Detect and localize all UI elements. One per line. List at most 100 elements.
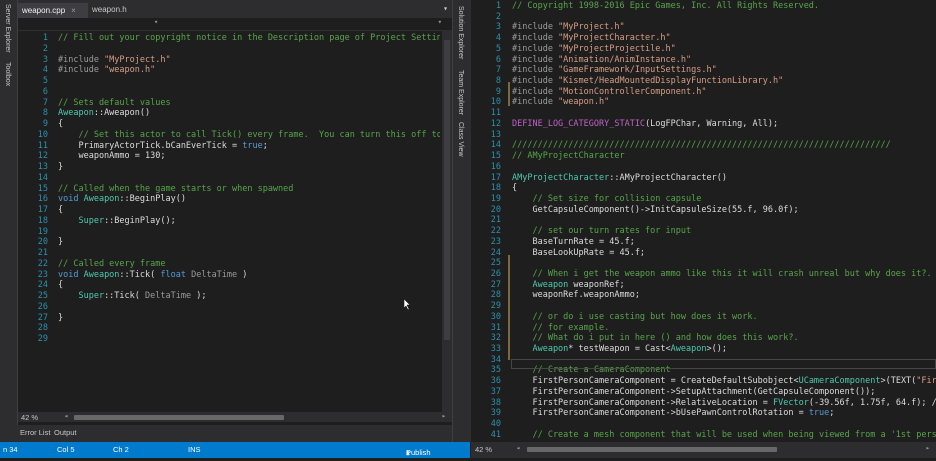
code-line[interactable]: 32 // What do i put in here () and how d… <box>471 333 936 344</box>
code-line[interactable]: 11 PrimaryActorTick.bCanEverTick = true; <box>18 141 440 152</box>
code-line[interactable]: 30 // or do i use casting but how does i… <box>471 312 936 323</box>
code-line[interactable]: 27} <box>18 313 440 324</box>
tab-output[interactable]: Output <box>54 428 77 437</box>
code-text: Aweapon* testWeapon = Cast<Aweapon>(); <box>512 344 727 355</box>
tab-weapon-cpp[interactable]: weapon.cpp × <box>18 3 88 18</box>
scrollbar-thumb[interactable] <box>74 415 284 420</box>
code-line[interactable]: 1 // Copyright 1998-2016 Epic Games, Inc.… <box>471 1 936 12</box>
code-line[interactable]: 27 Aweapon weaponRef; <box>471 280 936 291</box>
code-line[interactable]: 3 #include "MyProject.h" <box>18 55 440 66</box>
code-line[interactable]: 9 #include "MotionControllerComponent.h" <box>471 87 936 98</box>
code-line[interactable]: 24 { <box>18 280 440 291</box>
scrollbar-thumb[interactable] <box>527 447 777 452</box>
code-line[interactable]: 14 //////////////////////////////////////… <box>471 140 936 151</box>
line-number: 16 <box>490 161 501 172</box>
scroll-left-icon[interactable]: ◂ <box>516 444 520 452</box>
code-line[interactable]: 23 BaseTurnRate = 45.f; <box>471 237 936 248</box>
code-line[interactable]: 25 <box>471 258 936 269</box>
code-line[interactable]: 7 // Sets default values <box>18 98 440 109</box>
code-line[interactable]: 19 // Set size for collision capsule <box>471 194 936 205</box>
code-line[interactable]: 21 <box>18 248 440 259</box>
code-line[interactable]: 31 // for example. <box>471 323 936 334</box>
code-line[interactable]: 2 <box>18 44 440 55</box>
code-line[interactable]: 22 // set our turn rates for input <box>471 226 936 237</box>
code-line[interactable]: 29 <box>471 301 936 312</box>
code-line[interactable]: 8 Aweapon::Aweapon() <box>18 108 440 119</box>
code-line[interactable]: 39 FirstPersonCameraComponent->bUsePawnC… <box>471 408 936 419</box>
code-editor-right[interactable]: 1 // Copyright 1998-2016 Epic Games, Inc.… <box>471 1 936 442</box>
code-line[interactable]: 29 <box>18 334 440 345</box>
code-line[interactable]: 18 { <box>471 183 936 194</box>
horizontal-scrollbar[interactable]: 42 % ◂ ▸ <box>18 412 452 422</box>
code-line[interactable]: 10 #include "weapon.h" <box>471 97 936 108</box>
code-line[interactable]: 20 GetCapsuleComponent()->InitCapsuleSiz… <box>471 205 936 216</box>
code-line[interactable]: 24 BaseLookUpRate = 45.f; <box>471 248 936 259</box>
code-line[interactable]: 1 // Fill out your copyright notice in th… <box>18 33 440 44</box>
code-line[interactable]: 17 AMyProjectCharacter::AMyProjectCharact… <box>471 173 936 184</box>
code-line[interactable]: 23 void Aweapon::Tick( float DeltaTime ) <box>18 270 440 281</box>
code-line[interactable]: 16 void Aweapon::BeginPlay() <box>18 194 440 205</box>
tab-error-list[interactable]: Error List <box>20 428 50 437</box>
code-line[interactable]: 37 FirstPersonCameraComponent->SetupAtta… <box>471 387 936 398</box>
vertical-scrollbar[interactable] <box>442 30 452 413</box>
code-line[interactable]: 8 #include "Kismet/HeadMountedDisplayFunc… <box>471 76 936 87</box>
code-line[interactable]: 41 // Create a mesh component that will … <box>471 430 936 441</box>
code-line[interactable]: 16 <box>471 162 936 173</box>
code-line[interactable]: 20} <box>18 237 440 248</box>
code-line[interactable]: 14 <box>18 173 440 184</box>
code-line[interactable]: 28 <box>18 323 440 334</box>
code-editor-left[interactable]: 1 // Fill out your copyright notice in th… <box>18 33 440 411</box>
close-icon[interactable]: × <box>71 6 76 15</box>
member-dropdown-icon[interactable]: ▾ <box>438 18 442 26</box>
code-line[interactable]: 5 <box>18 76 440 87</box>
scroll-right-icon[interactable]: ▸ <box>442 412 446 420</box>
tab-weapon-h[interactable]: weapon.h <box>88 3 148 18</box>
code-line[interactable]: 13 <box>471 130 936 141</box>
server-explorer-tab[interactable]: Server Explorer <box>4 4 11 53</box>
code-line[interactable]: 2 <box>471 12 936 23</box>
code-line[interactable]: 3 #include "MyProject.h" <box>471 22 936 33</box>
code-line[interactable]: 25 Super::Tick( DeltaTime ); <box>18 291 440 302</box>
scrollbar-thumb[interactable] <box>444 40 450 340</box>
code-line[interactable]: 26 // When i get the weapon ammo like th… <box>471 269 936 280</box>
code-line[interactable]: 9{ <box>18 119 440 130</box>
code-line[interactable]: 13} <box>18 162 440 173</box>
code-line[interactable]: 7 #include "GameFramework/InputSettings.h… <box>471 65 936 76</box>
scroll-left-icon[interactable]: ◂ <box>64 412 68 420</box>
scroll-right-icon[interactable]: ▸ <box>926 444 930 452</box>
code-line[interactable]: 17 { <box>18 205 440 216</box>
code-token: weaponAmmo = 130; <box>58 151 166 162</box>
code-line[interactable]: 12 weaponAmmo = 130; <box>18 151 440 162</box>
team-explorer-tab[interactable]: Team Explorer <box>457 70 464 115</box>
code-line[interactable]: 5 #include "MyProjectProjectile.h" <box>471 44 936 55</box>
code-line[interactable]: 6 <box>18 87 440 98</box>
class-view-tab[interactable]: Class View <box>457 122 464 157</box>
code-line[interactable]: 15 // Called when the game starts or when… <box>18 184 440 195</box>
code-line[interactable]: 15 // AMyProjectCharacter <box>471 151 936 162</box>
code-line[interactable]: 4 #include "weapon.h" <box>18 65 440 76</box>
code-line[interactable]: 36 FirstPersonCameraComponent = CreateDe… <box>471 376 936 387</box>
code-line[interactable]: 40 <box>471 419 936 430</box>
code-line[interactable]: 26 <box>18 302 440 313</box>
code-line[interactable]: 22 // Called every frame <box>18 259 440 270</box>
code-line[interactable]: 38 FirstPersonCameraComponent->RelativeL… <box>471 398 936 409</box>
solution-explorer-tab[interactable]: Solution Explorer <box>457 6 464 59</box>
code-line[interactable]: 4 #include "MyProjectCharacter.h" <box>471 33 936 44</box>
zoom-level[interactable]: 42 % <box>475 445 492 454</box>
code-line[interactable]: 12 DEFINE_LOG_CATEGORY_STATIC(LogFPChar, … <box>471 119 936 130</box>
right-horizontal-scrollbar[interactable]: 42 % ◂ ▸ <box>471 442 936 458</box>
code-token: "MyProjectProjectile.h" <box>558 43 676 54</box>
code-token: void <box>58 194 84 205</box>
code-line[interactable]: 19 <box>18 227 440 238</box>
code-line[interactable]: 21 <box>471 215 936 226</box>
scope-dropdown-icon[interactable]: ▾ <box>154 18 158 26</box>
code-line[interactable]: 33 Aweapon* testWeapon = Cast<Aweapon>()… <box>471 344 936 355</box>
zoom-level[interactable]: 42 % <box>21 413 38 422</box>
code-line[interactable]: 6 #include "Animation/AnimInstance.h" <box>471 55 936 66</box>
toolbox-tab[interactable]: Toolbox <box>4 62 11 86</box>
tab-dropdown-icon[interactable]: ▾ <box>443 4 448 13</box>
code-line[interactable]: 11 <box>471 108 936 119</box>
code-line[interactable]: 28 weaponRef.weaponAmmo; <box>471 290 936 301</box>
code-line[interactable]: 18 Super::BeginPlay(); <box>18 216 440 227</box>
code-line[interactable]: 10 // Set this actor to call Tick() ever… <box>18 130 440 141</box>
